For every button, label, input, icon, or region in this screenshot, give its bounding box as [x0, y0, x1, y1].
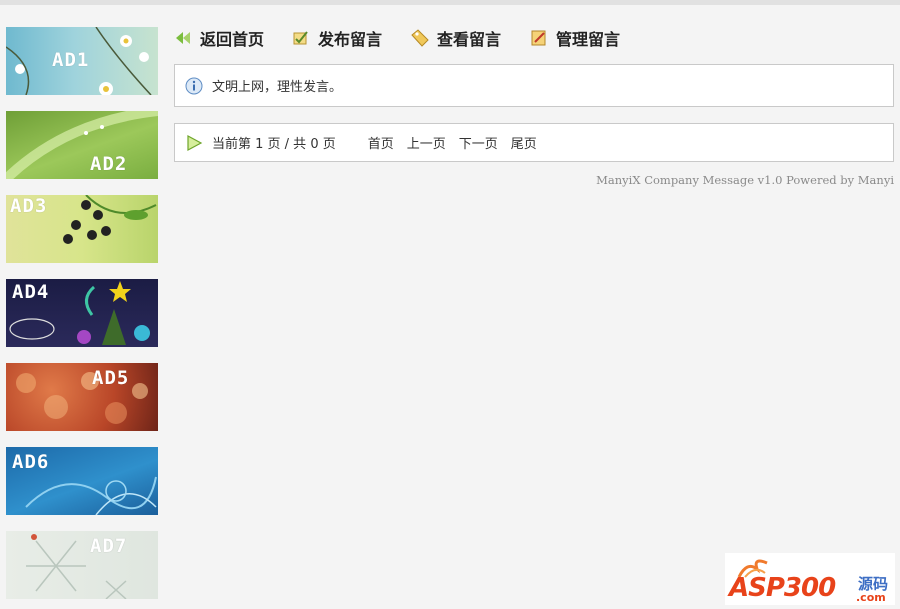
ad-label: AD1 — [52, 49, 90, 71]
edit-note-icon — [530, 29, 548, 47]
page-info: 当前第 1 页 / 共 0 页 — [212, 137, 336, 152]
ad-banner-7[interactable]: AD7 — [6, 531, 158, 599]
ad-banner-6[interactable]: AD6 — [6, 447, 158, 515]
ad-banner-4[interactable]: AD4 — [6, 279, 158, 347]
nav-back-home[interactable]: 返回首页 — [174, 26, 264, 50]
nav-manage-messages[interactable]: 管理留言 — [530, 26, 620, 50]
ad-label: AD7 — [90, 535, 128, 557]
tag-icon — [411, 29, 429, 47]
ad-label: AD5 — [92, 367, 130, 389]
next-page-link[interactable]: 下一页 — [459, 133, 498, 152]
notice-box: 文明上网，理性发言。 — [174, 64, 894, 107]
nav-label: 查看留言 — [437, 30, 502, 49]
asp300-logo: ASP300 源码 .com — [725, 553, 895, 605]
nav-view-messages[interactable]: 查看留言 — [411, 26, 501, 50]
first-page-link[interactable]: 首页 — [368, 133, 394, 152]
last-page-link[interactable]: 尾页 — [511, 133, 537, 152]
nav-label: 管理留言 — [556, 30, 621, 49]
ad-label: AD2 — [90, 153, 128, 175]
play-icon — [185, 134, 203, 152]
pencil-check-icon — [292, 29, 310, 47]
ad-label: AD3 — [10, 195, 48, 217]
snowflake-illustration — [26, 534, 127, 599]
logo-domain: .com — [856, 591, 886, 604]
nav-label: 发布留言 — [318, 30, 383, 49]
ad-banner-1[interactable]: AD1 — [6, 27, 158, 95]
ad-banner-3[interactable]: AD3 — [6, 195, 158, 263]
powered-by-credit: ManyiX Company Message v1.0 Powered by M… — [596, 173, 894, 187]
ad-banner-2[interactable]: AD2 — [6, 111, 158, 179]
top-bar — [0, 0, 900, 5]
notice-text: 文明上网，理性发言。 — [212, 80, 343, 95]
leaf-illustration — [6, 111, 158, 179]
ad-label: AD4 — [12, 281, 50, 303]
logo-brand: ASP300 — [729, 573, 836, 603]
ad-label: AD6 — [12, 451, 50, 473]
back-arrow-icon — [174, 29, 192, 47]
nav-label: 返回首页 — [200, 30, 265, 49]
pagination-box: 当前第 1 页 / 共 0 页 首页 上一页 下一页 尾页 — [174, 123, 894, 162]
prev-page-link[interactable]: 上一页 — [407, 133, 446, 152]
info-icon — [185, 77, 203, 95]
nav-post-message[interactable]: 发布留言 — [292, 26, 382, 50]
ad-banner-5[interactable]: AD5 — [6, 363, 158, 431]
bokeh-illustration — [16, 372, 148, 424]
